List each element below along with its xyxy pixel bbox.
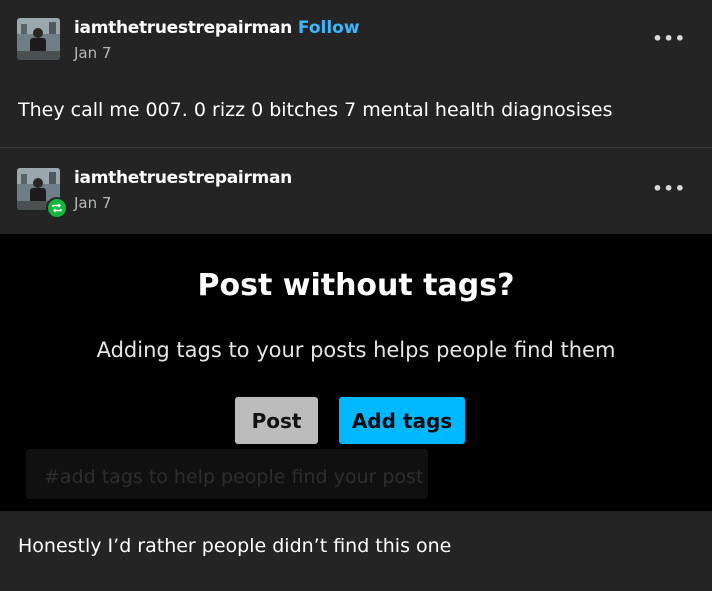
post-text: They call me 007. 0 rizz 0 bitches 7 men… [18, 99, 613, 121]
post-date[interactable]: Jan 7 [74, 44, 360, 62]
divider [0, 147, 712, 148]
post-image[interactable]: Post without tags? Adding tags to your p… [0, 234, 712, 511]
post-caption: Honestly I’d rather people didn’t find t… [18, 535, 452, 557]
reblog-icon [46, 197, 68, 219]
username[interactable]: iamthetruestrepairman [74, 168, 292, 188]
more-dots-icon[interactable]: ••• [652, 29, 686, 48]
follow-button[interactable]: Follow [298, 18, 360, 38]
dialog-message: Adding tags to your posts helps people f… [96, 338, 616, 362]
more-dots-icon[interactable]: ••• [652, 179, 686, 198]
post-button: Post [235, 397, 318, 444]
add-tags-button: Add tags [339, 397, 465, 444]
dialog-title: Post without tags? [197, 268, 515, 303]
avatar-image [17, 18, 60, 60]
username[interactable]: iamthetruestrepairman [74, 18, 292, 38]
tags-placeholder: #add tags to help people find your post [44, 466, 424, 488]
avatar[interactable] [17, 18, 60, 60]
post-date[interactable]: Jan 7 [74, 194, 292, 212]
